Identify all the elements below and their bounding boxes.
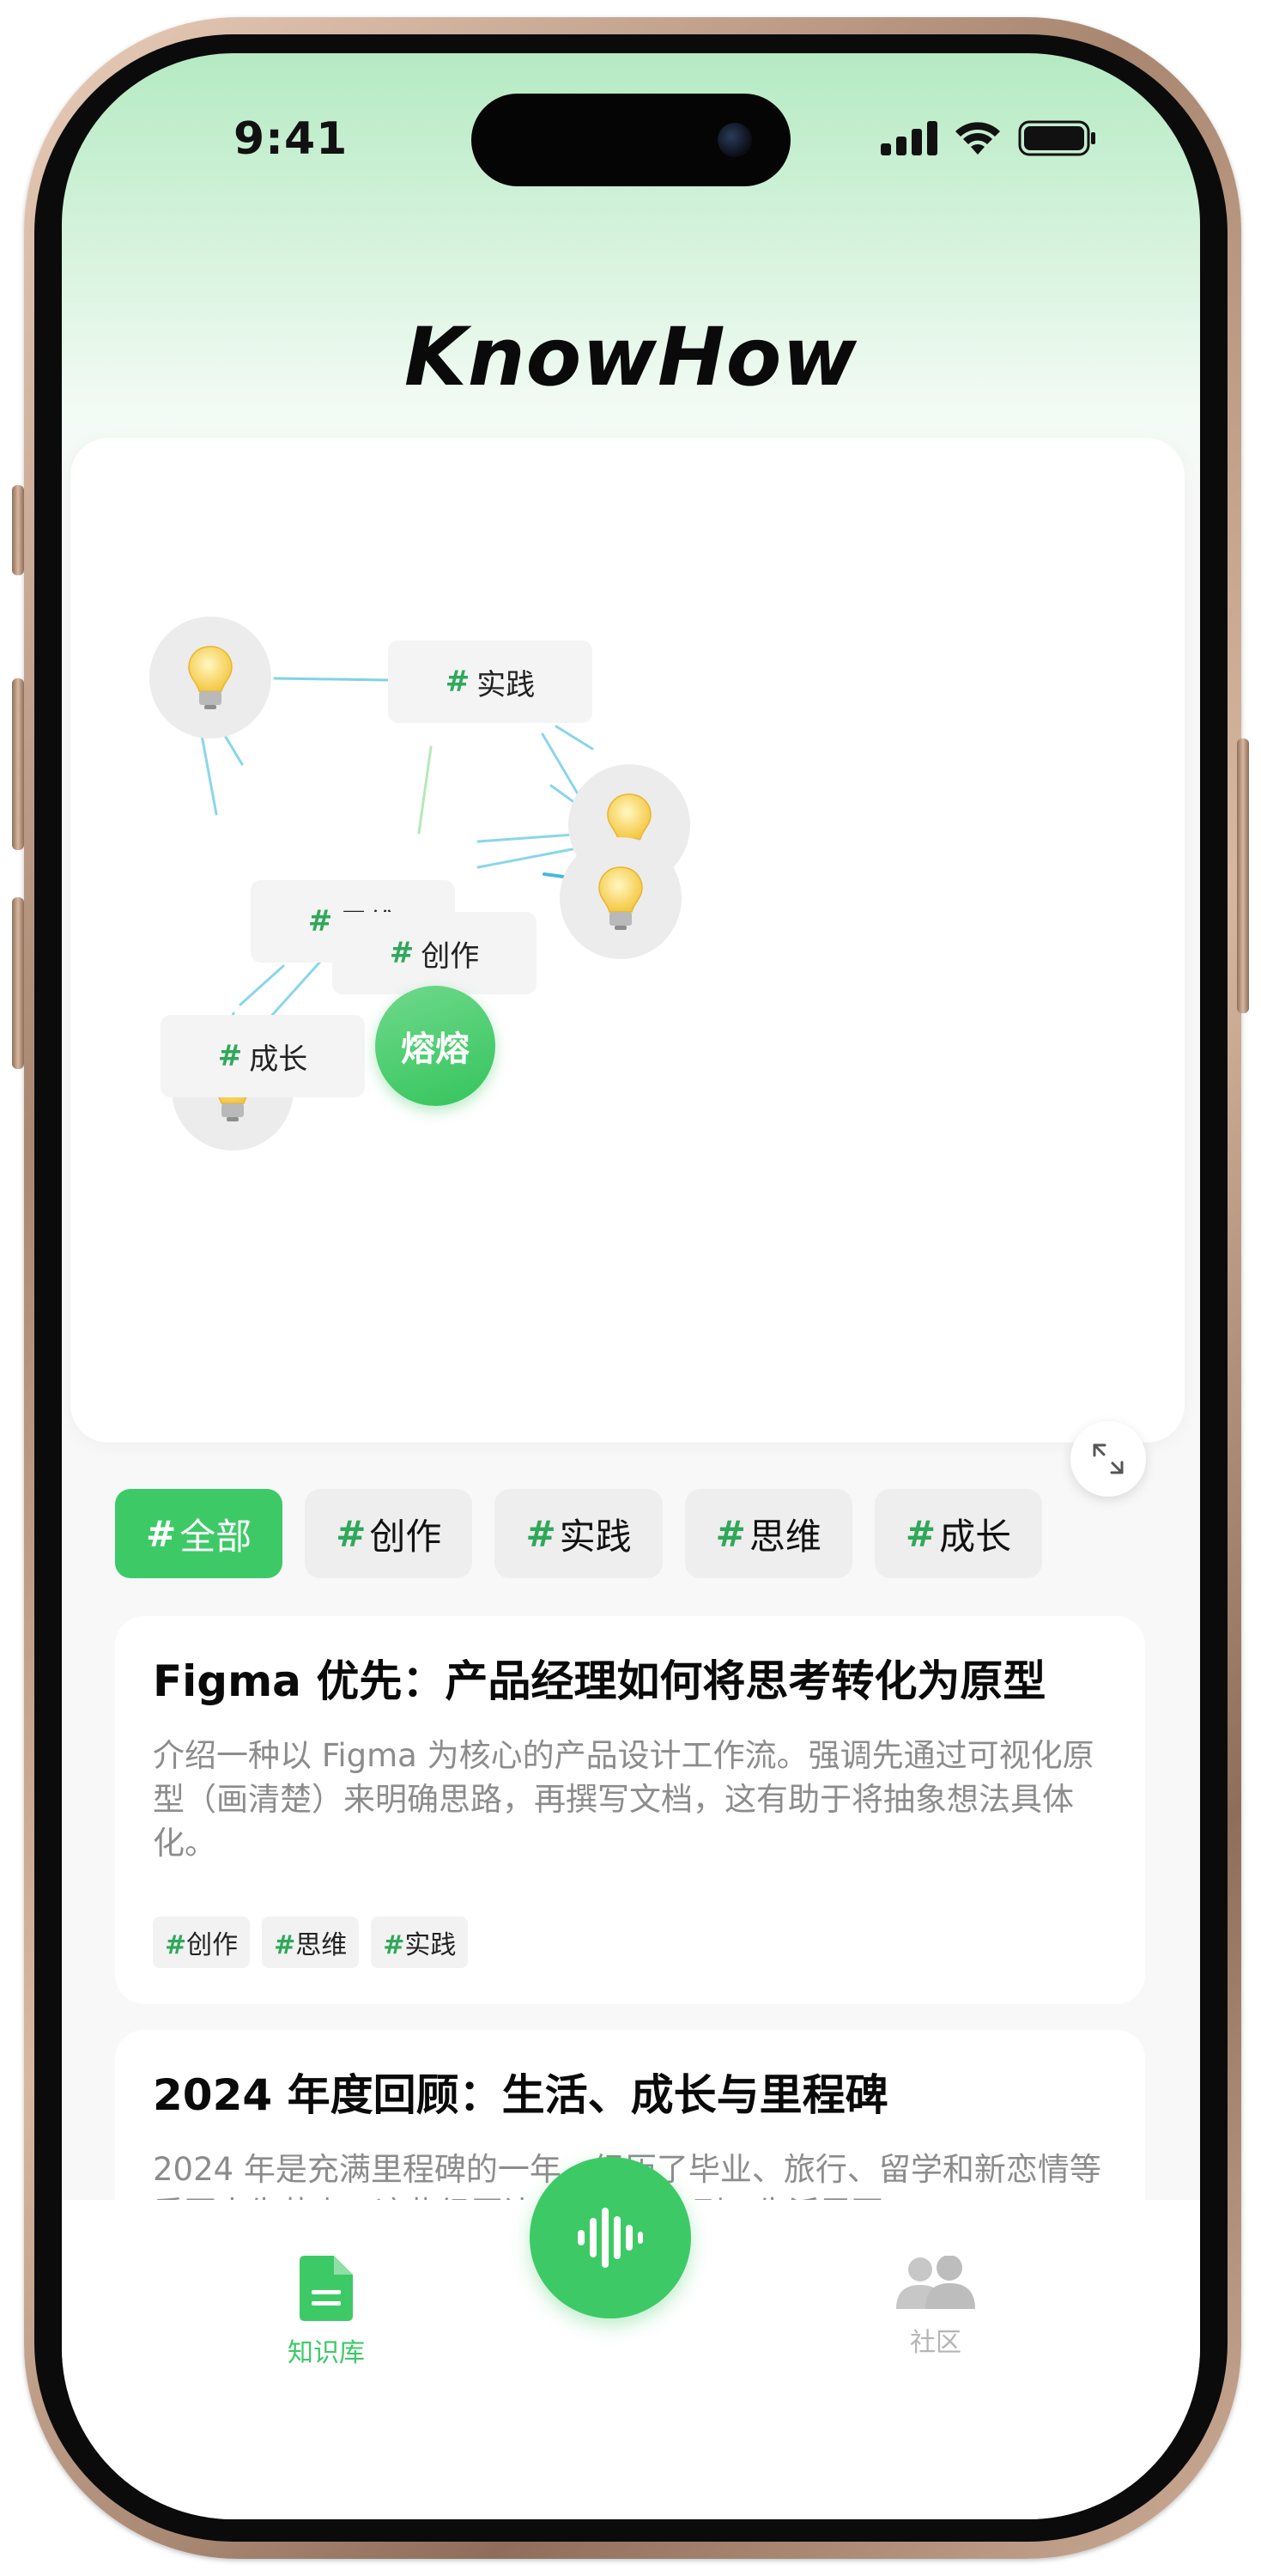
tag-label: 成长: [249, 1042, 308, 1077]
chip-hash: #: [715, 1512, 746, 1555]
waveform-icon: [578, 2208, 643, 2268]
idea-node[interactable]: [149, 617, 271, 738]
article-description: 介绍一种以 Figma 为核心的产品设计工作流。强调先通过可视化原型（画清楚）来…: [153, 1737, 1094, 1862]
people-icon: [896, 2256, 975, 2309]
chip-label: 成长: [939, 1515, 1012, 1558]
chip-label: 思维: [749, 1515, 821, 1558]
chip-label: 创作: [369, 1515, 442, 1558]
tag-hash: #: [445, 665, 470, 699]
tag-hash: #: [217, 1039, 243, 1073]
chip-label: 全部: [179, 1515, 252, 1558]
expand-graph-button[interactable]: [1070, 1421, 1146, 1497]
expand-icon: [1093, 1443, 1124, 1474]
graph-edge: [555, 725, 594, 750]
chip-hash: #: [905, 1512, 937, 1555]
graph-center-node[interactable]: 熔熔: [375, 986, 495, 1106]
lightbulb-icon: [188, 646, 233, 709]
graph-edge: [239, 964, 285, 1006]
article-tag-label: 创作: [186, 1930, 239, 1961]
power-button: [1237, 738, 1249, 1013]
volume-down-button: [12, 897, 24, 1069]
wifi-icon: [955, 122, 1000, 155]
dynamic-island: [471, 94, 791, 186]
article-tag[interactable]: #创作: [153, 1917, 251, 1969]
chip-hash: #: [146, 1512, 177, 1555]
tab-label: 知识库: [288, 2338, 365, 2368]
article-card[interactable]: Figma 优先：产品经理如何将思考转化为原型 介绍一种以 Figma 为核心的…: [115, 1616, 1145, 2004]
filter-chip-thinking[interactable]: # 思维: [684, 1489, 852, 1578]
graph-edge: [264, 951, 330, 1024]
app-title: KnowHow: [403, 311, 858, 404]
knowledge-graph-card[interactable]: # 实践 # 思维 # 创作 # 成长 熔熔: [70, 438, 1185, 1497]
battery-icon: [1018, 120, 1095, 156]
graph-edge: [273, 677, 390, 682]
tag-hash: #: [389, 936, 415, 970]
status-time: 9:41: [233, 113, 349, 165]
article-tags: #创作 #思维 #实践: [153, 1917, 1107, 1969]
silent-switch: [12, 485, 24, 575]
chip-hash: #: [525, 1512, 556, 1555]
tag-hash: #: [307, 904, 333, 939]
article-tag[interactable]: #思维: [262, 1917, 360, 1969]
article-title: Figma 优先：产品经理如何将思考转化为原型: [153, 1656, 1046, 1706]
status-icons: [881, 120, 1097, 156]
voice-record-button[interactable]: [530, 2157, 691, 2318]
document-icon: [300, 2256, 353, 2321]
tab-label: 社区: [910, 2328, 961, 2358]
filter-chip-creation[interactable]: # 创作: [305, 1489, 473, 1578]
article-tag-label: 思维: [295, 1930, 348, 1961]
phone-screen: 9:41 KnowHow # 实践 # # 创作 # 成长 熔熔 # 全部 # …: [62, 53, 1200, 2519]
graph-tag-node[interactable]: # 创作: [332, 912, 537, 994]
volume-up-button: [12, 678, 24, 850]
tag-label: 创作: [421, 939, 480, 974]
lightbulb-icon: [598, 866, 643, 930]
tag-label: 实践: [476, 667, 536, 702]
graph-tag-node[interactable]: # 实践: [388, 641, 592, 723]
chip-label: 实践: [559, 1515, 632, 1558]
filter-chip-practice[interactable]: # 实践: [494, 1489, 663, 1578]
camera-icon: [718, 123, 752, 157]
filter-chip-growth[interactable]: # 成长: [874, 1489, 1043, 1578]
chip-hash: #: [336, 1512, 367, 1555]
article-tag-label: 实践: [404, 1930, 457, 1961]
filter-chip-bar: # 全部 # 创作 # 实践 # 思维 # 成长: [115, 1489, 1043, 1578]
tab-community[interactable]: 社区: [850, 2256, 1022, 2359]
graph-edge: [417, 745, 433, 835]
graph-tag-node[interactable]: # 成长: [161, 1015, 365, 1097]
signal-icon: [881, 121, 937, 155]
filter-chip-all[interactable]: # 全部: [115, 1489, 283, 1578]
article-title: 2024 年度回顾：生活、成长与里程碑: [153, 2070, 888, 2120]
article-tag[interactable]: #实践: [371, 1917, 469, 1969]
tab-knowledge-base[interactable]: 知识库: [240, 2256, 412, 2369]
idea-node[interactable]: [560, 837, 682, 959]
